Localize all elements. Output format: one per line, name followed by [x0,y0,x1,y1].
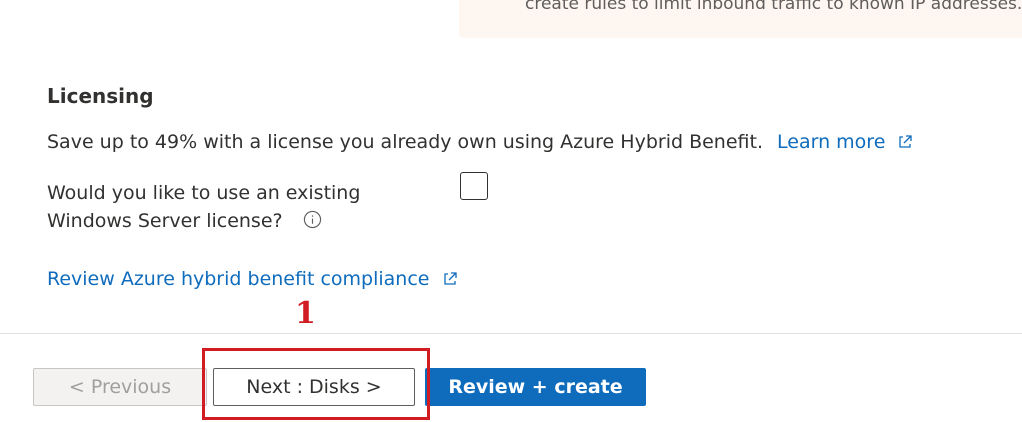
learn-more-link[interactable]: Learn more [777,131,913,153]
previous-button[interactable]: < Previous [33,368,207,406]
info-banner: create rules to limit inbound traffic to… [459,0,1022,38]
licensing-title: Licensing [47,84,154,108]
question-line-1: Would you like to use an existing [47,182,361,204]
compliance-link[interactable]: Review Azure hybrid benefit compliance [47,268,458,292]
compliance-link-label: Review Azure hybrid benefit compliance [47,268,430,290]
existing-license-checkbox[interactable] [460,172,488,200]
review-create-button[interactable]: Review + create [425,368,646,406]
annotation-highlight-box [202,348,430,420]
licensing-description-text: Save up to 49% with a license you alread… [47,131,763,153]
info-banner-text: create rules to limit inbound traffic to… [525,0,1022,14]
learn-more-label: Learn more [777,131,886,153]
licensing-description: Save up to 49% with a license you alread… [47,131,913,155]
external-link-icon [897,133,913,155]
existing-license-question: Would you like to use an existing Window… [47,179,407,237]
question-line-2-row: Windows Server license? [47,207,407,237]
external-link-icon [442,270,458,292]
question-line-2: Windows Server license? [47,210,283,232]
footer-divider [0,333,1022,334]
annotation-step-number: 1 [295,296,316,331]
info-icon[interactable] [303,209,322,237]
